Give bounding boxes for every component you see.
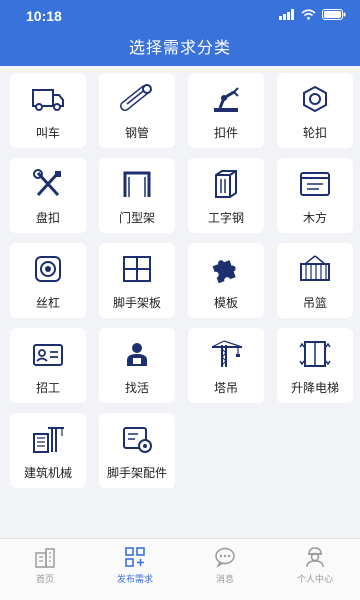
puzzle-icon — [208, 251, 244, 287]
hex-nut-icon — [297, 81, 333, 117]
scaffold-board-icon — [119, 251, 155, 287]
tab-messages[interactable]: 消息 — [180, 539, 270, 600]
category-item[interactable]: 丝杠 — [10, 243, 86, 318]
category-item[interactable]: 吊篮 — [277, 243, 353, 318]
category-label: 升降电梯 — [290, 381, 339, 395]
tab-label: 个人中心 — [296, 575, 333, 585]
category-item[interactable]: 塔吊 — [188, 328, 264, 403]
category-item[interactable]: 门型架 — [99, 158, 175, 233]
tab-label: 消息 — [215, 575, 234, 585]
status-icons — [279, 9, 346, 20]
battery-icon — [322, 9, 346, 20]
elevator-icon — [297, 336, 333, 372]
category-item[interactable]: 建筑机械 — [10, 413, 86, 488]
page-title: 选择需求分类 — [128, 38, 231, 57]
category-label: 丝杠 — [35, 296, 60, 310]
category-label: 木方 — [302, 211, 327, 225]
door-frame-icon — [119, 166, 155, 202]
category-item[interactable]: 工字钢 — [188, 158, 264, 233]
category-item[interactable]: 叫车 — [10, 73, 86, 148]
tab-home[interactable]: 首页 — [0, 539, 90, 600]
screw-jack-icon — [30, 251, 66, 287]
category-label: 脚手架配件 — [106, 466, 167, 480]
category-label: 招工 — [35, 381, 60, 395]
tab-publish[interactable]: 发布需求 — [90, 539, 180, 600]
signal-icon — [279, 9, 294, 20]
category-label: 模板 — [213, 296, 238, 310]
tower-crane-icon — [208, 336, 244, 372]
i-beam-icon — [208, 166, 244, 202]
status-bar: 10:18 — [0, 0, 360, 30]
category-grid: 叫车 钢管 扣件 轮扣 盘扣 门型架 工字钢 木方 丝杠 脚手架板 模板 吊篮 … — [10, 73, 353, 488]
id-card-icon — [30, 336, 66, 372]
category-item[interactable]: 模板 — [188, 243, 264, 318]
truck-icon — [30, 81, 66, 117]
category-label: 吊篮 — [302, 296, 327, 310]
category-label: 找活 — [124, 381, 149, 395]
gondola-icon — [297, 251, 333, 287]
nav-bar: 选择需求分类 — [0, 30, 360, 66]
category-label: 门型架 — [118, 211, 155, 225]
wood-panel-icon — [297, 166, 333, 202]
status-time: 10:18 — [26, 8, 62, 24]
category-label: 建筑机械 — [23, 466, 72, 480]
category-item[interactable]: 木方 — [277, 158, 353, 233]
message-bubble-icon — [215, 547, 235, 568]
category-label: 轮扣 — [302, 126, 327, 140]
category-label: 叫车 — [35, 126, 60, 140]
robot-arm-icon — [208, 81, 244, 117]
category-item[interactable]: 盘扣 — [10, 158, 86, 233]
tab-label: 首页 — [35, 575, 54, 585]
category-label: 塔吊 — [213, 381, 238, 395]
construction-machine-icon — [30, 421, 66, 457]
category-item[interactable]: 找活 — [99, 328, 175, 403]
profile-icon — [306, 547, 324, 568]
worker-icon — [119, 336, 155, 372]
tab-profile[interactable]: 个人中心 — [270, 539, 360, 600]
scaffold-parts-icon — [119, 421, 155, 457]
category-item[interactable]: 升降电梯 — [277, 328, 353, 403]
category-label: 扣件 — [213, 126, 238, 140]
wrench-screwdriver-icon — [30, 166, 66, 202]
category-item[interactable]: 轮扣 — [277, 73, 353, 148]
tab-label: 发布需求 — [116, 575, 153, 585]
category-item[interactable]: 脚手架板 — [99, 243, 175, 318]
steel-pipe-icon — [119, 81, 155, 117]
category-item[interactable]: 招工 — [10, 328, 86, 403]
category-item[interactable]: 钢管 — [99, 73, 175, 148]
category-label: 工字钢 — [207, 211, 244, 225]
wifi-icon — [301, 9, 316, 20]
publish-grid-icon — [125, 547, 145, 567]
category-label: 脚手架板 — [112, 296, 161, 310]
category-label: 钢管 — [124, 126, 149, 140]
home-building-icon — [35, 548, 55, 568]
tab-bar: 首页 发布需求 消息 个人中心 — [0, 538, 360, 600]
category-label: 盘扣 — [35, 211, 60, 225]
category-item[interactable]: 扣件 — [188, 73, 264, 148]
category-item[interactable]: 脚手架配件 — [99, 413, 175, 488]
